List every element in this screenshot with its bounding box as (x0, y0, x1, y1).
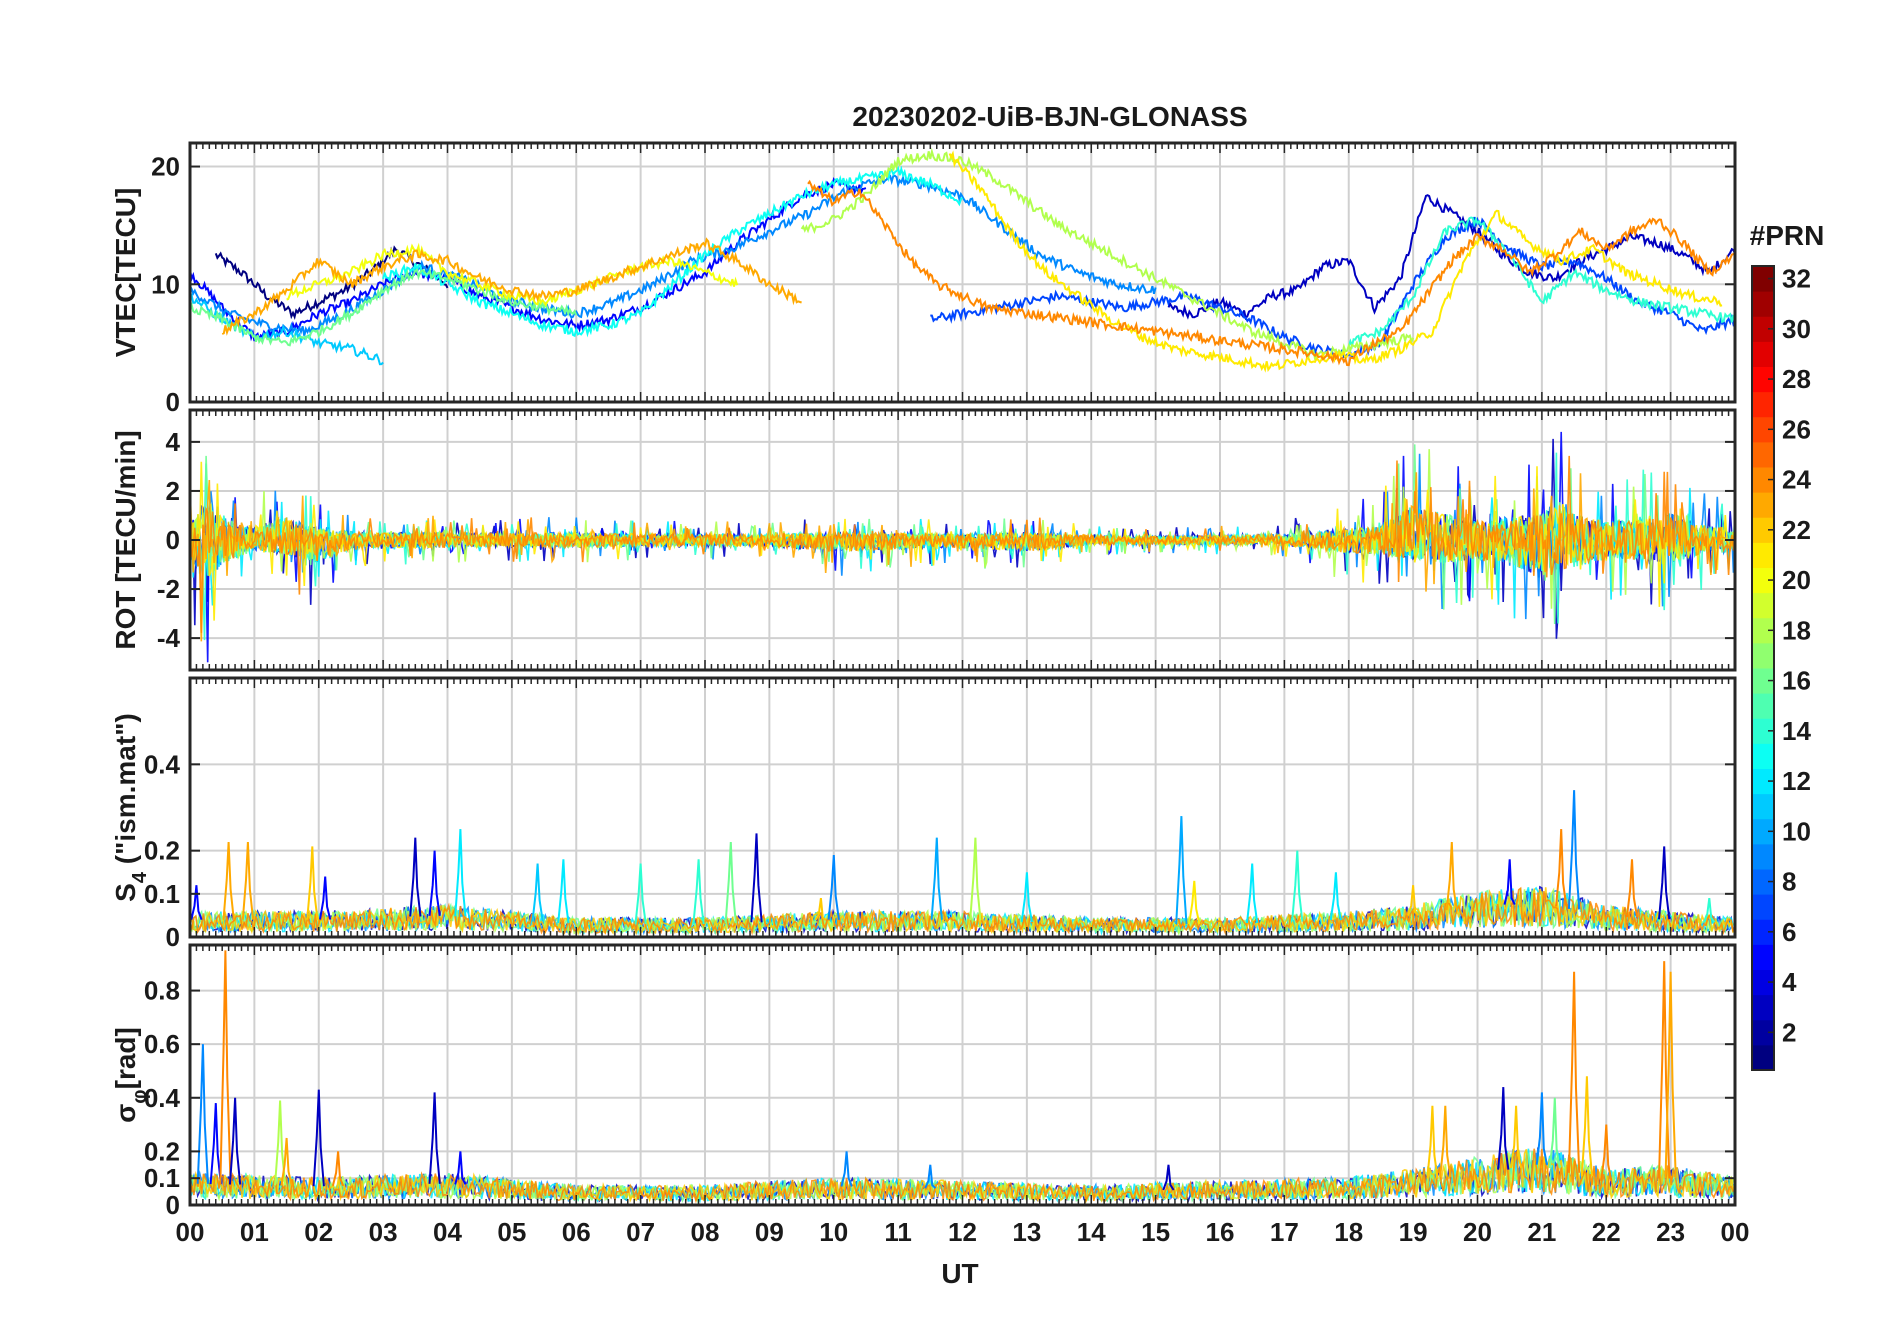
y-tick-label: 0.1 (144, 1163, 180, 1193)
x-tick-label: 22 (1592, 1217, 1621, 1247)
x-tick-label: 00 (1721, 1217, 1750, 1247)
colorbar-tick-label: 28 (1782, 364, 1811, 394)
colorbar-tick-label: 32 (1782, 264, 1811, 294)
x-tick-label: 03 (369, 1217, 398, 1247)
x-tick-label: 02 (304, 1217, 333, 1247)
y-tick-label: 0.4 (144, 749, 181, 779)
y-tick-label: 0 (166, 525, 180, 555)
x-tick-label: 05 (497, 1217, 526, 1247)
y-tick-label: 0 (166, 1190, 180, 1220)
colorbar-tick-label: 10 (1782, 816, 1811, 846)
y-tick-label: 20 (151, 152, 180, 182)
x-tick-label: 00 (176, 1217, 205, 1247)
colorbar-segment (1752, 793, 1774, 820)
x-tick-label: 11 (884, 1217, 912, 1247)
x-tick-label: 17 (1270, 1217, 1299, 1247)
y-axis-label: VTEC[TECU] (110, 188, 141, 358)
colorbar-tick-label: 6 (1782, 917, 1796, 947)
y-tick-label: -4 (157, 623, 181, 653)
y-tick-label: 4 (166, 427, 181, 457)
figure: 20230202-UiB-BJN-GLONASS UT #PRN 0 10 20 VT… (0, 0, 1902, 1330)
y-tick-label: 0.6 (144, 1029, 180, 1059)
colorbar-tick-label: 14 (1782, 716, 1811, 746)
colorbar-tick-label: 20 (1782, 565, 1811, 595)
colorbar-tick-label: 8 (1782, 867, 1796, 897)
x-tick-label: 19 (1399, 1217, 1428, 1247)
colorbar-segment (1752, 843, 1774, 870)
colorbar-segment (1752, 743, 1774, 769)
colorbar-segment (1752, 291, 1774, 317)
x-tick-label: 16 (1206, 1217, 1235, 1247)
x-tick-label: 04 (433, 1217, 462, 1247)
y-tick-label: 0.2 (144, 1136, 180, 1166)
x-axis-label: UT (941, 1258, 978, 1289)
x-tick-label: 07 (626, 1217, 655, 1247)
y-axis-label: ROT [TECU/min] (110, 430, 141, 649)
colorbar-tick-label: 30 (1782, 314, 1811, 344)
x-tick-label: 09 (755, 1217, 784, 1247)
colorbar-segment (1752, 1044, 1774, 1071)
colorbar-segment (1752, 492, 1774, 518)
colorbar-label: #PRN (1750, 220, 1825, 251)
x-tick-label: 18 (1334, 1217, 1363, 1247)
y-tick-label: -2 (157, 574, 180, 604)
colorbar-segment (1752, 642, 1774, 669)
colorbar-segment (1752, 441, 1774, 468)
y-tick-label: 0 (166, 922, 180, 952)
chart-title: 20230202-UiB-BJN-GLONASS (852, 101, 1247, 132)
colorbar-segment (1752, 994, 1774, 1021)
x-tick-label: 12 (948, 1217, 977, 1247)
colorbar-segment (1752, 592, 1774, 619)
colorbar-tick-label: 24 (1782, 465, 1811, 495)
colorbar-segment (1752, 341, 1774, 367)
x-tick-label: 21 (1527, 1217, 1556, 1247)
colorbar-tick-label: 16 (1782, 666, 1811, 696)
x-tick-label: 20 (1463, 1217, 1492, 1247)
colorbar-tick-label: 22 (1782, 515, 1811, 545)
x-tick-label: 15 (1141, 1217, 1170, 1247)
x-tick-label: 06 (562, 1217, 591, 1247)
colorbar-tick-label: 2 (1782, 1017, 1796, 1047)
colorbar-tick-label: 18 (1782, 615, 1811, 645)
y-tick-label: 0.2 (144, 836, 180, 866)
colorbar-segment (1752, 944, 1774, 970)
colorbar-segment (1752, 542, 1774, 568)
x-tick-label: 14 (1077, 1217, 1106, 1247)
y-tick-label: 0.8 (144, 976, 180, 1006)
chart: 20230202-UiB-BJN-GLONASS UT #PRN 01020VT… (0, 0, 1902, 1330)
y-tick-label: 2 (166, 476, 180, 506)
y-tick-label: 0 (166, 387, 180, 417)
x-tick-label: 10 (819, 1217, 848, 1247)
y-tick-label: 10 (151, 269, 180, 299)
colorbar-tick-label: 12 (1782, 766, 1811, 796)
x-tick-label: 23 (1656, 1217, 1685, 1247)
colorbar-segment (1752, 693, 1774, 719)
colorbar-tick-label: 26 (1782, 414, 1811, 444)
x-tick-label: 08 (691, 1217, 720, 1247)
colorbar-segment (1752, 391, 1774, 418)
colorbar-tick-label: 4 (1782, 967, 1797, 997)
x-tick-label: 01 (240, 1217, 269, 1247)
x-tick-label: 13 (1012, 1217, 1041, 1247)
colorbar-segment (1752, 894, 1774, 920)
